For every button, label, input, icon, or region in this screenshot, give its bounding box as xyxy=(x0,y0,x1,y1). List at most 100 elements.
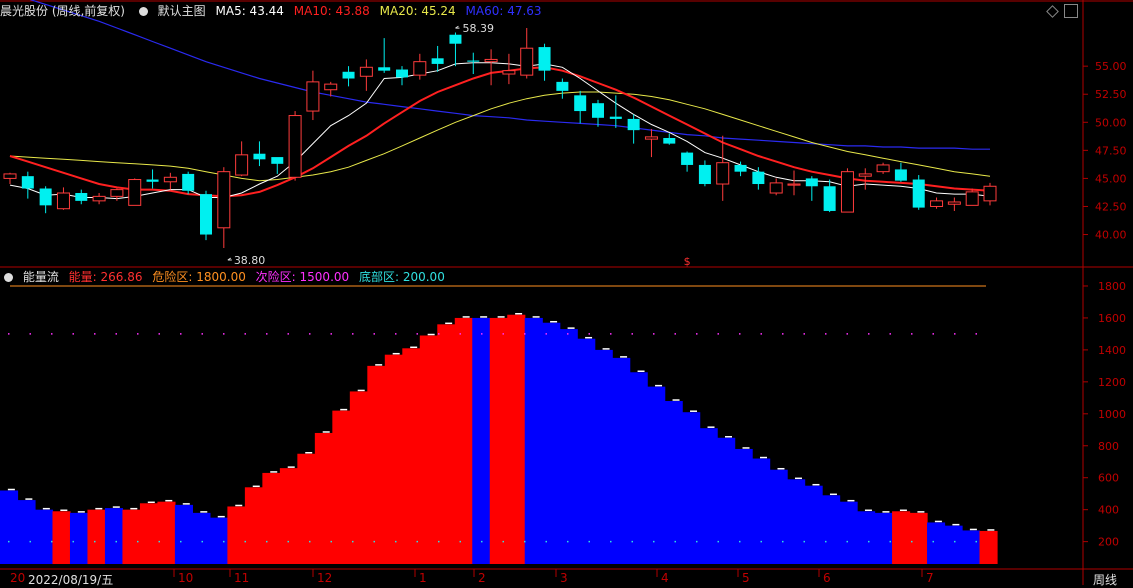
energy-bar xyxy=(87,509,106,564)
energy-bar xyxy=(139,503,159,564)
main-indicator-name[interactable]: 默认主图 xyxy=(158,4,206,18)
candle-up xyxy=(56,192,70,210)
candle-down xyxy=(253,153,266,160)
energy-bar xyxy=(122,509,141,564)
energy-bar xyxy=(227,506,246,564)
energy-bar xyxy=(892,511,911,564)
period-label[interactable]: 周线 xyxy=(1093,571,1117,588)
low-marker-arrow xyxy=(227,257,232,261)
ma10-value: MA10: 43.88 xyxy=(293,4,370,18)
energy-bar xyxy=(402,348,421,564)
energy-bar xyxy=(454,317,473,564)
candle-down xyxy=(698,164,711,185)
candle-up xyxy=(644,136,658,140)
month-label: 7 xyxy=(926,571,934,585)
energy-bar xyxy=(367,365,386,564)
candle-up xyxy=(502,70,516,75)
energy-bar xyxy=(209,517,228,564)
window-toggle-icon[interactable] xyxy=(1064,4,1078,18)
candle-down xyxy=(342,71,355,79)
energy-bar xyxy=(664,401,683,564)
candle-down xyxy=(663,138,676,144)
price-tick-label: 50.00 xyxy=(1095,116,1127,129)
candle-down xyxy=(182,173,195,191)
high-marker-label: 58.39 xyxy=(462,22,494,35)
energy-bar xyxy=(647,386,666,564)
stock-name[interactable]: 晨光股份 (周线,前复权) xyxy=(0,4,125,18)
candle-up xyxy=(359,66,373,77)
energy-bar xyxy=(157,501,176,564)
energy-bar xyxy=(804,485,823,564)
price-tick-label: 55.00 xyxy=(1095,60,1127,73)
month-label: 2 xyxy=(478,571,486,585)
candle-down xyxy=(805,178,818,187)
high-marker-arrow xyxy=(455,25,460,29)
energy-bar xyxy=(944,525,963,564)
energy-bar xyxy=(104,508,124,564)
energy-tick-label: 1400 xyxy=(1098,344,1126,357)
energy-bar xyxy=(909,512,928,564)
energy-bar xyxy=(612,357,631,564)
ma20-line xyxy=(9,91,991,182)
candle-up xyxy=(217,171,231,229)
candle-up xyxy=(947,201,961,205)
candle-up xyxy=(163,176,177,183)
candle-down xyxy=(912,179,925,208)
energy-bar xyxy=(437,324,456,564)
candle-down xyxy=(538,47,551,71)
candle-up xyxy=(324,83,338,91)
low-marker-label: 38.80 xyxy=(234,254,266,267)
stock-chart[interactable]: 55.00 52.50 50.00 47.50 45.00 42.50 40.00 58.39… xyxy=(0,0,1133,585)
energy-bar xyxy=(192,512,211,564)
energy-bar xyxy=(542,322,561,564)
energy-tick-label: 200 xyxy=(1098,536,1119,549)
month-label: 5 xyxy=(742,571,750,585)
candle-down xyxy=(467,60,480,62)
energy-bar xyxy=(507,314,526,564)
energy-bar xyxy=(577,338,596,564)
candle-down xyxy=(609,116,622,119)
candle-down xyxy=(396,69,408,78)
candle-down xyxy=(200,194,212,235)
energy-tick-label: 1000 xyxy=(1098,408,1126,421)
energy-tick-label: 800 xyxy=(1098,440,1119,453)
candle-up xyxy=(787,183,801,186)
energy-bar xyxy=(979,530,998,564)
energy-bar xyxy=(559,329,578,564)
energy-bar xyxy=(419,335,438,564)
candle-up xyxy=(930,200,944,207)
energy-bar xyxy=(682,412,701,564)
candle-down xyxy=(378,67,391,71)
energy-bar xyxy=(244,487,263,564)
energy-bar xyxy=(332,410,351,564)
energy-bar xyxy=(349,391,368,564)
energy-bar xyxy=(472,317,491,564)
ma5-value: MA5: 43.44 xyxy=(215,4,284,18)
energy-bar xyxy=(489,317,508,564)
candle-down xyxy=(592,103,604,118)
candle-down xyxy=(146,179,159,182)
sub-indicator-dropdown-icon[interactable] xyxy=(4,273,13,282)
candle-up xyxy=(288,115,302,178)
candle-down xyxy=(574,95,587,112)
energy-tick-label: 400 xyxy=(1098,504,1119,517)
month-label: 1 xyxy=(419,571,427,585)
candle-up xyxy=(520,47,534,76)
energy-bar xyxy=(717,437,736,564)
energy-bar xyxy=(52,511,71,564)
bottom-zone-value: 底部区: 200.00 xyxy=(358,270,445,284)
candle-up xyxy=(983,185,997,202)
candle-up xyxy=(876,164,890,173)
candle-up xyxy=(840,171,854,213)
candle-down xyxy=(556,81,569,91)
indicator-dropdown-icon[interactable] xyxy=(138,7,148,16)
candle-up xyxy=(235,154,249,176)
sub-indicator-name[interactable]: 能量流 xyxy=(23,270,59,284)
energy-bar xyxy=(314,432,333,564)
candle-up xyxy=(769,182,783,194)
candle-down xyxy=(894,169,907,181)
candle-up xyxy=(965,191,979,206)
danger-zone-value: 危险区: 1800.00 xyxy=(152,270,246,284)
candle-up xyxy=(306,81,320,112)
month-label: 11 xyxy=(234,571,249,585)
